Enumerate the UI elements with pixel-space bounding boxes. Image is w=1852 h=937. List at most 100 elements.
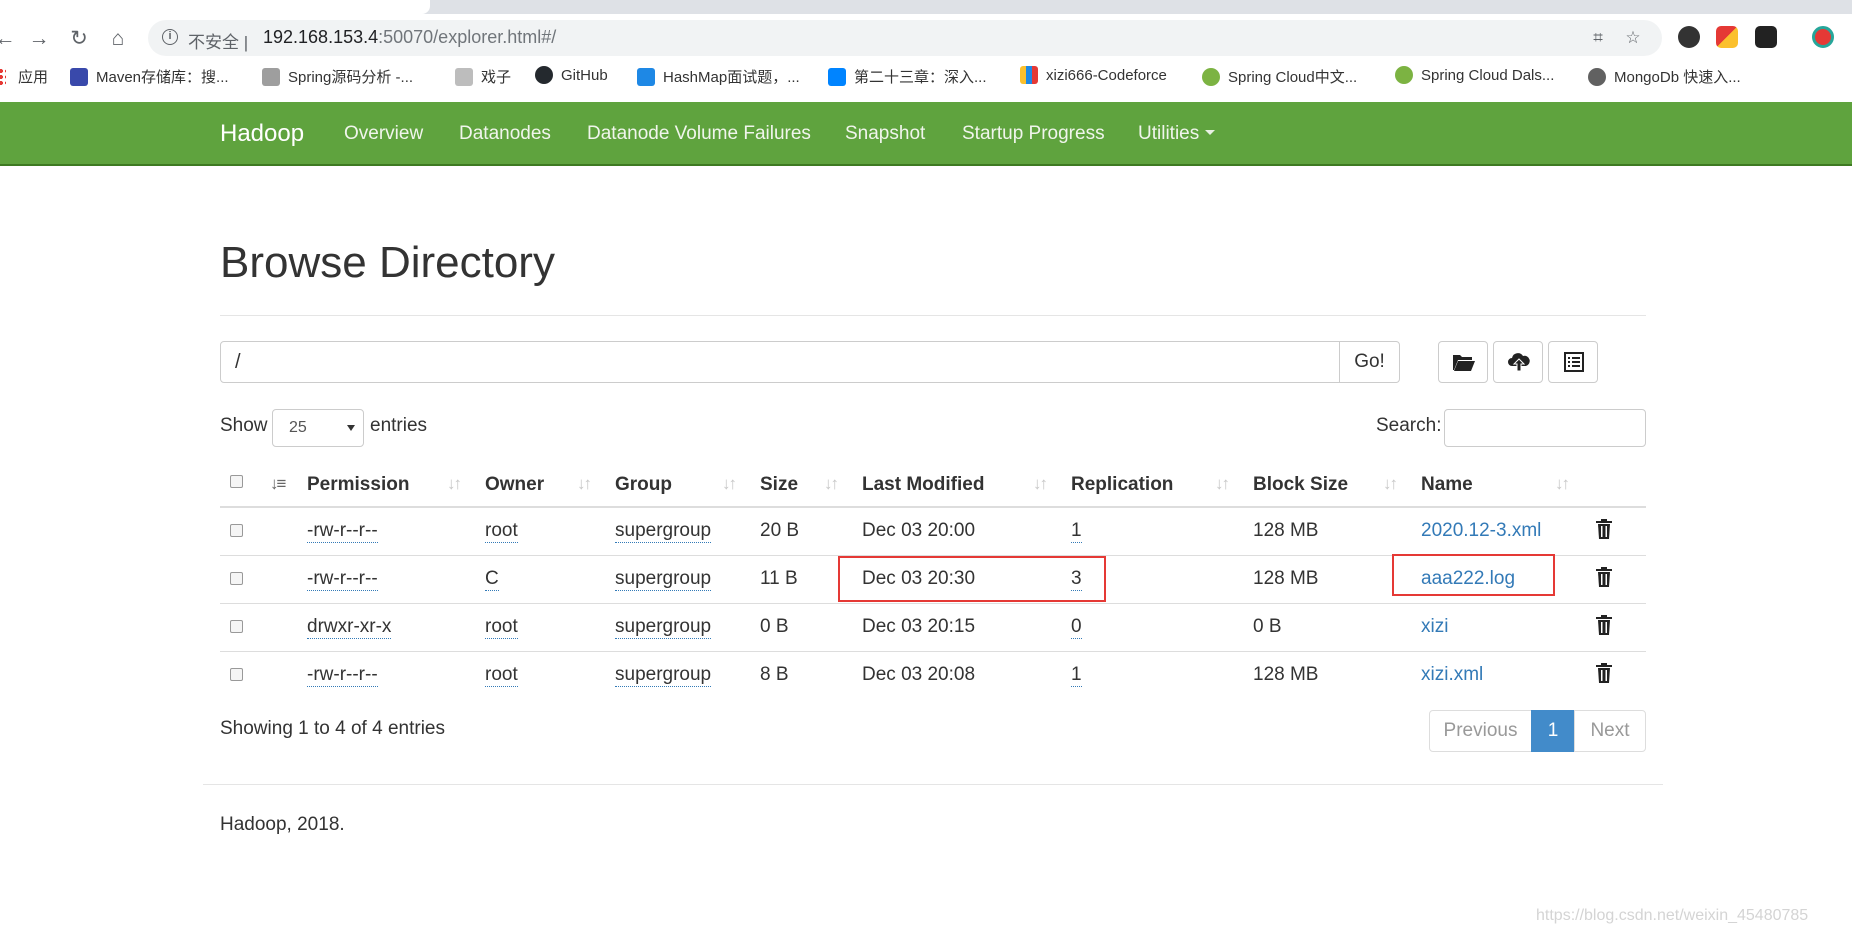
group-cell[interactable]: supergroup: [615, 520, 712, 543]
permission-cell[interactable]: drwxr-xr-x: [307, 616, 392, 639]
owner-cell[interactable]: root: [485, 616, 518, 639]
bookmark-star-icon[interactable]: ☆: [1623, 28, 1643, 48]
permission-cell[interactable]: -rw-r--r--: [307, 664, 378, 687]
back-icon[interactable]: ←: [0, 24, 20, 54]
column-header-owner[interactable]: Owner: [485, 474, 544, 496]
sort-icon[interactable]: ↓↑: [722, 474, 737, 494]
column-header-permission[interactable]: Permission: [307, 474, 409, 496]
row-checkbox[interactable]: [230, 620, 243, 633]
file-name-link[interactable]: xizi: [1421, 616, 1448, 638]
bookmark-mongodb[interactable]: MongoDb 快速入...: [1588, 66, 1741, 87]
extension-dark-icon[interactable]: [1755, 26, 1777, 48]
trash-icon[interactable]: [1596, 663, 1612, 683]
select-all-checkbox[interactable]: [230, 475, 243, 488]
info-icon[interactable]: i: [162, 29, 178, 45]
cut-paste-button[interactable]: [1548, 341, 1598, 383]
file-name-link[interactable]: 2020.12-3.xml: [1421, 520, 1541, 542]
nav-utilities[interactable]: Utilities: [1138, 123, 1216, 145]
column-header-last-modified[interactable]: Last Modified: [862, 474, 984, 496]
bookmark-hashmap[interactable]: HashMap面试题，...: [637, 66, 800, 87]
evernote-icon[interactable]: [1678, 26, 1700, 48]
column-header-group[interactable]: Group: [615, 474, 672, 496]
size-cell: 11 B: [760, 568, 798, 589]
nav-volume-failures[interactable]: Datanode Volume Failures: [587, 123, 811, 145]
go-button[interactable]: Go!: [1339, 341, 1400, 383]
permission-cell[interactable]: -rw-r--r--: [307, 520, 378, 543]
sort-icon[interactable]: ↓↑: [1033, 474, 1048, 494]
sort-icon[interactable]: ↓↑: [577, 474, 592, 494]
group-cell[interactable]: supergroup: [615, 568, 712, 591]
page-1-button[interactable]: 1: [1531, 710, 1575, 752]
column-header-block-size[interactable]: Block Size: [1253, 474, 1348, 496]
profile-avatar[interactable]: [1812, 26, 1834, 48]
bookmark-xizi[interactable]: 戏子: [455, 66, 511, 87]
hadoop-navbar: Hadoop Overview Datanodes Datanode Volum…: [0, 102, 1852, 166]
apps-icon: [0, 68, 6, 86]
sort-icon[interactable]: ↓≡: [270, 474, 286, 494]
bookmark-spring-cloud-dals[interactable]: Spring Cloud Dals...: [1395, 66, 1554, 84]
nav-snapshot[interactable]: Snapshot: [845, 123, 925, 145]
nav-startup-progress[interactable]: Startup Progress: [962, 123, 1105, 145]
sort-icon[interactable]: ↓↑: [1215, 474, 1230, 494]
owner-cell[interactable]: C: [485, 568, 499, 591]
replication-cell[interactable]: 0: [1071, 616, 1082, 639]
trash-icon[interactable]: [1596, 615, 1612, 635]
footer-text: Hadoop, 2018.: [220, 814, 345, 835]
create-directory-button[interactable]: [1438, 341, 1488, 383]
reload-icon[interactable]: ↻: [64, 24, 94, 54]
search-input[interactable]: [1444, 409, 1646, 447]
sort-icon[interactable]: ↓↑: [1555, 474, 1570, 494]
sort-icon[interactable]: ↓↑: [447, 474, 462, 494]
hashmap-icon: [637, 68, 655, 86]
url-text[interactable]: 192.168.153.4:50070/explorer.html#/: [263, 27, 556, 48]
entries-per-page-select[interactable]: 25: [272, 409, 364, 447]
size-cell: 20 B: [760, 520, 800, 541]
group-cell[interactable]: supergroup: [615, 616, 712, 639]
next-page-button[interactable]: Next: [1574, 710, 1646, 752]
group-cell[interactable]: supergroup: [615, 664, 712, 687]
nav-datanodes[interactable]: Datanodes: [459, 123, 551, 145]
path-input[interactable]: /: [220, 341, 1340, 383]
bookmark-apps[interactable]: 应用: [0, 66, 48, 87]
previous-page-button[interactable]: Previous: [1429, 710, 1532, 752]
trash-icon[interactable]: [1596, 567, 1612, 587]
forward-icon[interactable]: →: [24, 24, 54, 54]
file-name-link[interactable]: xizi.xml: [1421, 664, 1483, 686]
sort-icon[interactable]: ↓↑: [1383, 474, 1398, 494]
permission-cell[interactable]: -rw-r--r--: [307, 568, 378, 591]
replication-cell[interactable]: 1: [1071, 520, 1082, 543]
active-tab[interactable]: [0, 0, 430, 14]
trash-icon[interactable]: [1596, 519, 1612, 539]
row-divider: [220, 651, 1646, 652]
row-divider: [220, 603, 1646, 604]
browser-chrome: ← → ↻ ⌂ i 不安全 | 192.168.153.4:50070/expl…: [0, 0, 1852, 102]
nav-overview[interactable]: Overview: [344, 123, 423, 145]
upload-button[interactable]: [1493, 341, 1543, 383]
row-checkbox[interactable]: [230, 524, 243, 537]
bookmark-github[interactable]: GitHub: [535, 66, 608, 84]
cloud-upload-icon: [1508, 353, 1530, 372]
owner-cell[interactable]: root: [485, 664, 518, 687]
bookmark-codeforces[interactable]: xizi666-Codeforce: [1020, 66, 1167, 84]
column-header-size[interactable]: Size: [760, 474, 798, 496]
column-header-name[interactable]: Name: [1421, 474, 1473, 496]
bookmark-zhihu[interactable]: 第二十三章：深入...: [828, 66, 987, 87]
row-checkbox[interactable]: [230, 668, 243, 681]
page-title: Browse Directory: [220, 238, 555, 287]
address-bar[interactable]: i 不安全 | 192.168.153.4:50070/explorer.htm…: [148, 20, 1662, 56]
block-size-cell: 128 MB: [1253, 664, 1319, 685]
owner-cell[interactable]: root: [485, 520, 518, 543]
insecure-label: 不安全 |: [188, 33, 249, 52]
home-icon[interactable]: ⌂: [103, 24, 133, 54]
bookmark-spring-cloud-cn[interactable]: Spring Cloud中文...: [1202, 66, 1357, 87]
bookmark-maven[interactable]: Maven存储库：搜...: [70, 66, 229, 87]
sort-icon[interactable]: ↓↑: [824, 474, 839, 494]
translate-icon[interactable]: ⌗: [1588, 28, 1608, 48]
row-checkbox[interactable]: [230, 572, 243, 585]
extension-icon[interactable]: [1716, 26, 1738, 48]
replication-cell[interactable]: 1: [1071, 664, 1082, 687]
navbar-brand[interactable]: Hadoop: [220, 120, 304, 148]
bookmark-spring-source[interactable]: Spring源码分析 -...: [262, 66, 413, 87]
column-header-replication[interactable]: Replication: [1071, 474, 1173, 496]
globe-icon: [1588, 68, 1606, 86]
